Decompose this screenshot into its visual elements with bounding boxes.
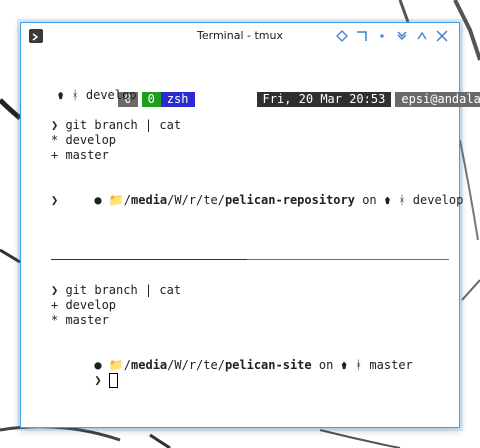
terminal-window: Terminal - tmux 0 0 zsh Fri, 20 Mar 20:53 ep… [20, 22, 480, 428]
active-pane-separator[interactable] [247, 259, 449, 260]
git-branch-name: develop [405, 193, 464, 207]
status-window-name: zsh [160, 92, 195, 107]
sticky-icon[interactable] [375, 28, 389, 42]
repo-name: pelican-repository [224, 193, 355, 207]
command-line: ❯ git branch | cat [51, 118, 182, 132]
git-branch-name: master [362, 358, 413, 372]
input-prompt[interactable]: ❯ [51, 193, 58, 208]
command-line: ❯ git branch | cat [51, 283, 182, 297]
status-user-host: epsi@andalan [395, 92, 480, 107]
branch-list-item: + develop [51, 298, 117, 312]
tmux-status-bar: 0 0 zsh Fri, 20 Mar 20:53 epsi@andalan [51, 73, 480, 107]
prompt-path-line: ● 📁/media/W/r/te/pelican-repository on ⚱… [94, 193, 464, 207]
git-branch-icon: ⚱ ᚼ [340, 358, 363, 372]
branch-list-item: * master [51, 313, 109, 327]
minimize-icon[interactable] [395, 28, 409, 42]
status-datetime: Fri, 20 Mar 20:53 [256, 92, 392, 107]
git-branch-icon: ⚱ ᚼ [383, 193, 406, 207]
prompt-path-line: ● 📁/media/W/r/te/pelican-site on ⚱ ᚼ mas… [94, 358, 413, 372]
terminal-content[interactable]: 0 0 zsh Fri, 20 Mar 20:53 epsi@andalan ⚱ ᚼ d… [51, 73, 480, 393]
status-window-index: 0 [141, 92, 161, 107]
shade-icon[interactable] [335, 28, 349, 42]
active-input-line[interactable]: ❯ [51, 358, 118, 388]
maximize-icon[interactable] [415, 28, 429, 42]
input-prompt: ❯ [94, 373, 102, 387]
window-title: Terminal - tmux [197, 29, 283, 42]
repo-name: pelican-site [224, 358, 312, 372]
branch-list-item: + master [51, 148, 109, 162]
always-on-top-icon[interactable] [355, 28, 369, 42]
text-cursor [108, 373, 118, 388]
status-branch-line: ⚱ ᚼ develop [57, 88, 137, 102]
title-bar[interactable]: Terminal - tmux [21, 23, 459, 49]
folder-icon: 📁 [108, 193, 124, 207]
prompt-bullet: ● [94, 193, 102, 207]
branch-list-item: * develop [51, 133, 117, 147]
close-icon[interactable] [435, 28, 449, 42]
pane-separator[interactable] [51, 259, 247, 260]
